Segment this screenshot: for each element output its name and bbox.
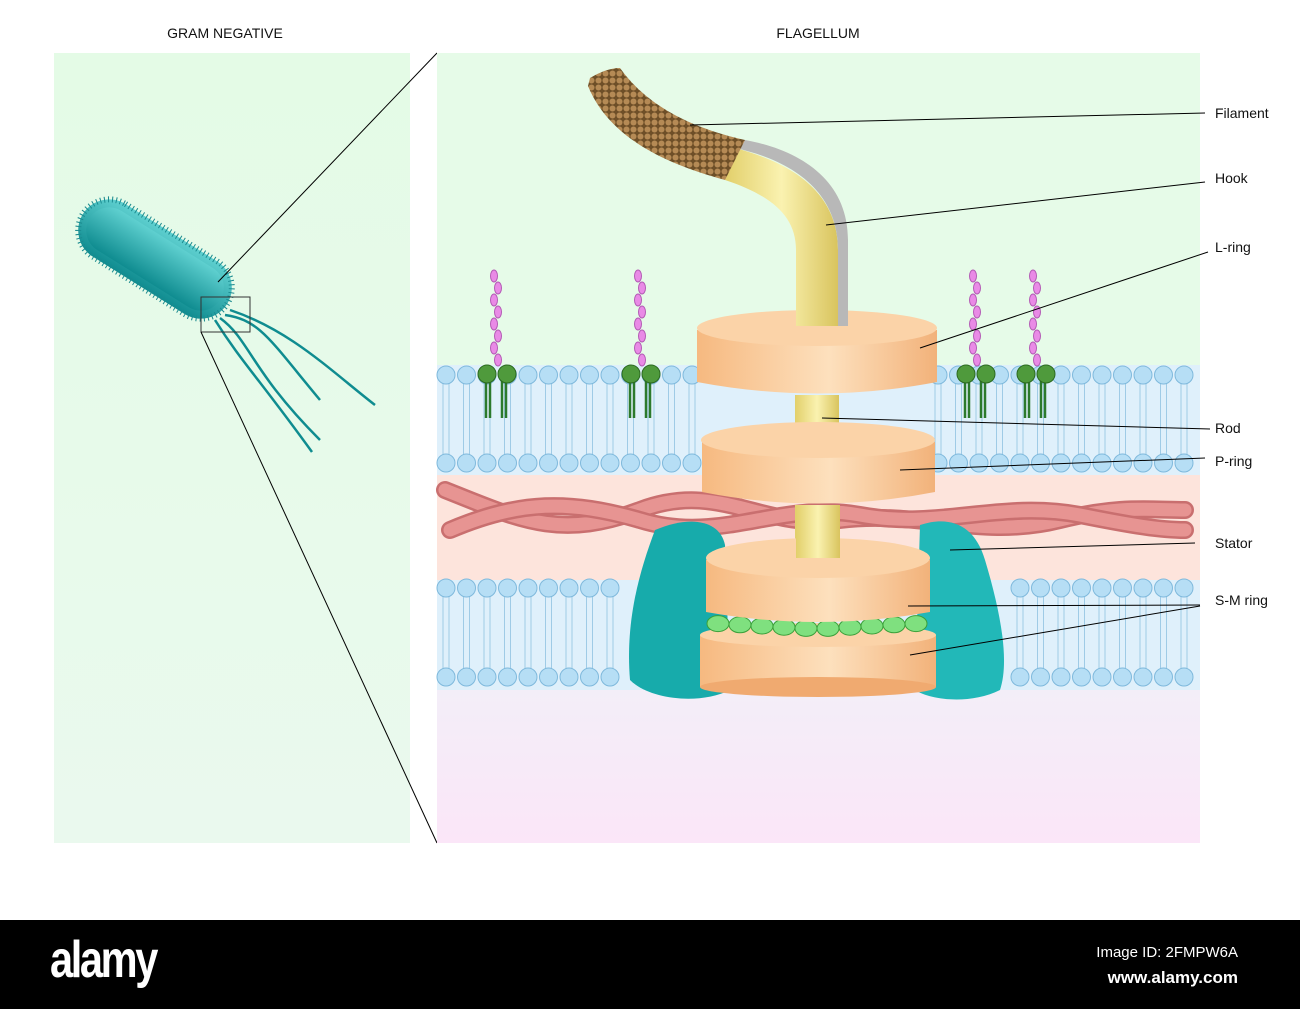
label-sm-ring: S-M ring	[1215, 592, 1268, 608]
bead	[772, 618, 796, 636]
bead	[882, 616, 906, 634]
bead	[816, 619, 840, 637]
bead	[750, 617, 774, 635]
left-panel	[54, 53, 410, 843]
flagellum-diagram: GRAM NEGATIVE FLAGELLUM Filament Hook L-…	[54, 25, 1269, 844]
p-ring	[701, 422, 935, 504]
bead	[794, 619, 818, 637]
bead	[904, 615, 928, 633]
label-p-ring: P-ring	[1215, 453, 1252, 469]
alamy-logo: alamy	[50, 931, 158, 989]
bead	[860, 617, 884, 635]
title-gram-negative: GRAM NEGATIVE	[167, 25, 283, 41]
cytoplasm	[437, 690, 1200, 843]
label-hook: Hook	[1215, 170, 1249, 186]
bead	[728, 616, 752, 634]
label-rod: Rod	[1215, 420, 1241, 436]
label-stator: Stator	[1215, 535, 1253, 551]
title-flagellum: FLAGELLUM	[776, 25, 859, 41]
label-l-ring: L-ring	[1215, 239, 1251, 255]
image-id: Image ID: 2FMPW6A	[1096, 944, 1238, 961]
bead	[706, 615, 730, 633]
label-filament: Filament	[1215, 105, 1269, 121]
bead	[838, 618, 862, 636]
site-url[interactable]: www.alamy.com	[1108, 968, 1238, 988]
footer-bar: alamy Image ID: 2FMPW6A www.alamy.com	[0, 920, 1300, 1009]
